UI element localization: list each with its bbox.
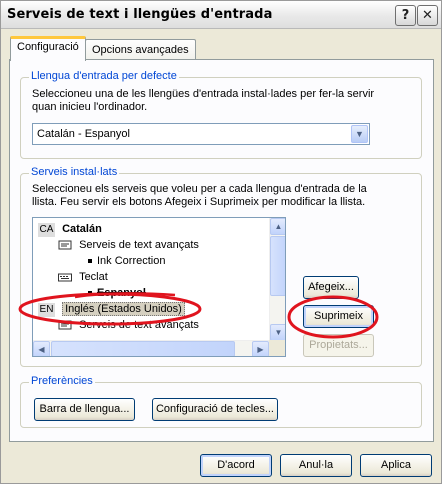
tree-item-label: Ink Correction xyxy=(97,255,166,267)
dialog-window: Serveis de text i llengües d'entrada ? ✕… xyxy=(0,0,442,484)
tree-item-label: Serveis de text avançats xyxy=(79,319,199,331)
tree-item-label: Espanyol xyxy=(97,287,146,299)
help-button[interactable]: ? xyxy=(395,5,416,26)
tree-item-spanish-keyboard[interactable]: Espanyol xyxy=(88,285,146,301)
installed-services-tree[interactable]: CA Catalán Serveis de text avançats Ink … xyxy=(32,217,286,357)
tree-item-label: Serveis de text avançats xyxy=(79,239,199,251)
title-bar: Serveis de text i llengües d'entrada ? ✕ xyxy=(1,1,441,29)
keyboard-icon xyxy=(58,273,72,282)
remove-button[interactable]: Suprimeix xyxy=(303,305,374,328)
scroll-down-icon[interactable]: ▼ xyxy=(270,324,285,341)
tree-item-label: Catalán xyxy=(62,223,102,235)
apply-button[interactable]: Aplica xyxy=(360,454,432,477)
chevron-down-icon[interactable]: ▼ xyxy=(351,125,368,143)
default-language-legend: Llengua d'entrada per defecte xyxy=(29,70,179,82)
vertical-scroll-thumb[interactable] xyxy=(270,236,285,296)
cancel-button[interactable]: Anul·la xyxy=(280,454,352,477)
default-language-value: Catalán - Espanyol xyxy=(37,128,130,140)
tree-item-label: Teclat xyxy=(79,271,108,283)
tree-item-label: Inglés (Estados Unidos) xyxy=(62,302,185,316)
ok-button[interactable]: D'acord xyxy=(200,454,272,477)
scroll-up-icon[interactable]: ▲ xyxy=(270,218,285,235)
vertical-scrollbar[interactable]: ▲ ▼ xyxy=(269,218,285,342)
bullet-icon xyxy=(88,291,92,296)
language-bar-button[interactable]: Barra de llengua... xyxy=(34,398,135,421)
installed-services-description-2: llista. Feu servir els botons Afegeix i … xyxy=(32,196,366,208)
scroll-right-icon[interactable]: ▶ xyxy=(252,341,269,356)
tree-item-english[interactable]: EN Inglés (Estados Unidos) xyxy=(38,301,185,317)
installed-services-legend: Serveis instal·lats xyxy=(29,166,120,178)
installed-services-description-1: Seleccioneu els serveis que voleu per a … xyxy=(32,183,367,195)
horizontal-scrollbar[interactable]: ◀ ▶ xyxy=(33,340,270,356)
tree-item-keyboard[interactable]: Teclat xyxy=(58,269,108,285)
text-services-icon xyxy=(58,240,72,250)
scroll-left-icon[interactable]: ◀ xyxy=(33,341,50,356)
tree-item-advanced-services-en[interactable]: Serveis de text avançats xyxy=(58,317,199,333)
bullet-icon xyxy=(88,259,92,264)
default-language-dropdown[interactable]: Catalán - Espanyol ▼ xyxy=(32,123,370,145)
horizontal-scroll-thumb[interactable] xyxy=(51,341,235,356)
tree-item-catalan[interactable]: CA Catalán xyxy=(38,221,102,237)
language-code-badge: EN xyxy=(38,303,55,317)
language-code-badge: CA xyxy=(38,223,55,237)
key-settings-button[interactable]: Configuració de tecles... xyxy=(152,398,278,421)
default-language-description-2: quan inicieu l'ordinador. xyxy=(32,101,148,113)
preferences-legend: Preferències xyxy=(29,375,95,387)
text-services-icon xyxy=(58,320,72,330)
scrollbar-corner xyxy=(269,340,285,356)
tree-item-advanced-services[interactable]: Serveis de text avançats xyxy=(58,237,199,253)
properties-button[interactable]: Propietats... xyxy=(303,334,374,357)
close-button[interactable]: ✕ xyxy=(417,5,438,26)
add-button[interactable]: Afegeix... xyxy=(303,276,359,299)
tree-item-ink-correction[interactable]: Ink Correction xyxy=(88,253,165,269)
tab-opcions-avancades[interactable]: Opcions avançades xyxy=(85,39,196,61)
tab-configuracio[interactable]: Configuració xyxy=(10,36,86,61)
window-title: Serveis de text i llengües d'entrada xyxy=(7,7,273,22)
default-language-description-1: Seleccioneu una de les llengües d'entrad… xyxy=(32,88,375,100)
